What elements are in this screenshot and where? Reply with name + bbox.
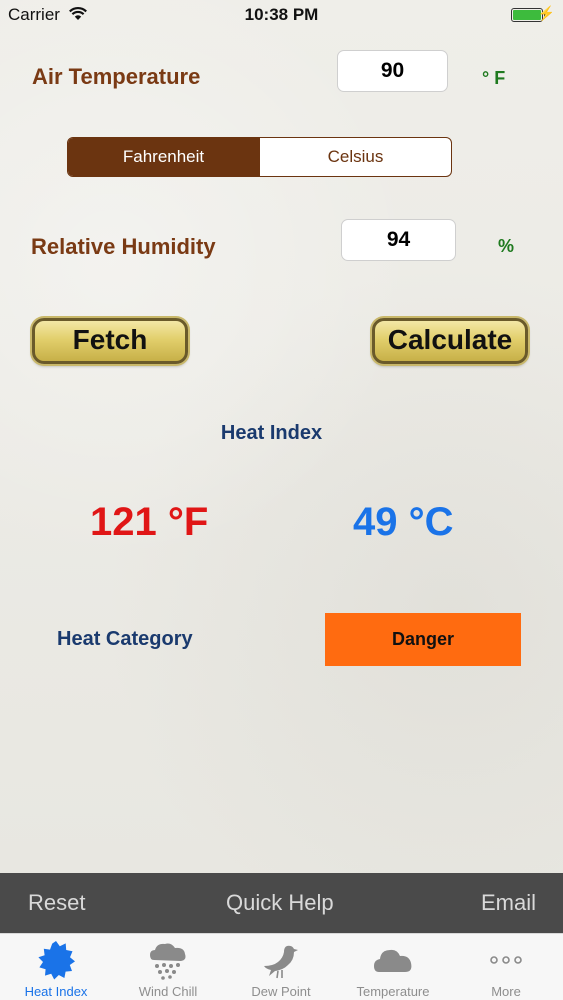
heat-index-celsius: 49 °C	[353, 500, 454, 544]
reset-button[interactable]: Reset	[28, 890, 85, 916]
tab-more[interactable]: More	[450, 934, 562, 1000]
more-icon	[486, 940, 526, 980]
segment-fahrenheit[interactable]: Fahrenheit	[68, 138, 259, 176]
bird-icon	[261, 940, 301, 980]
email-button[interactable]: Email	[481, 890, 536, 916]
cloud-icon	[373, 940, 413, 980]
status-bar: Carrier 10:38 PM ⚡	[0, 0, 563, 30]
tab-wind-chill[interactable]: Wind Chill	[112, 934, 224, 1000]
relative-humidity-label: Relative Humidity	[31, 234, 216, 259]
snow-cloud-icon	[148, 940, 188, 980]
unit-toggle: Fahrenheit Celsius	[67, 137, 452, 177]
tab-heat-index[interactable]: Heat Index	[0, 934, 112, 1000]
tab-bar: Heat Index Wind Chill Dew Point Temperat…	[0, 933, 563, 1000]
heat-index-title: Heat Index	[220, 422, 323, 444]
air-temperature-unit: ° F	[482, 68, 506, 88]
relative-humidity-input[interactable]: 94	[341, 219, 456, 261]
bottom-toolbar: Reset Quick Help Email	[0, 873, 563, 933]
relative-humidity-unit: %	[498, 236, 515, 256]
heat-category-label: Heat Category	[57, 628, 193, 650]
tab-label-temperature: Temperature	[356, 984, 430, 999]
clock: 10:38 PM	[244, 5, 319, 24]
quick-help-button[interactable]: Quick Help	[226, 890, 334, 916]
air-temperature-input[interactable]: 90	[337, 50, 448, 92]
heat-index-fahrenheit: 121 °F	[90, 500, 209, 544]
calculate-button[interactable]: Calculate	[372, 318, 528, 364]
sun-icon	[36, 940, 76, 980]
charging-icon: ⚡	[537, 5, 555, 21]
fetch-button[interactable]: Fetch	[32, 318, 188, 364]
heat-category-badge: Danger	[325, 613, 521, 666]
tab-label-more: More	[491, 984, 521, 999]
tab-temperature[interactable]: Temperature	[337, 934, 449, 1000]
air-temperature-label: Air Temperature	[32, 64, 201, 89]
tab-label-wind-chill: Wind Chill	[138, 984, 198, 999]
segment-celsius[interactable]: Celsius	[259, 138, 451, 176]
tab-label-heat-index: Heat Index	[24, 984, 88, 999]
tab-dew-point[interactable]: Dew Point	[225, 934, 337, 1000]
tab-label-dew-point: Dew Point	[251, 984, 311, 999]
